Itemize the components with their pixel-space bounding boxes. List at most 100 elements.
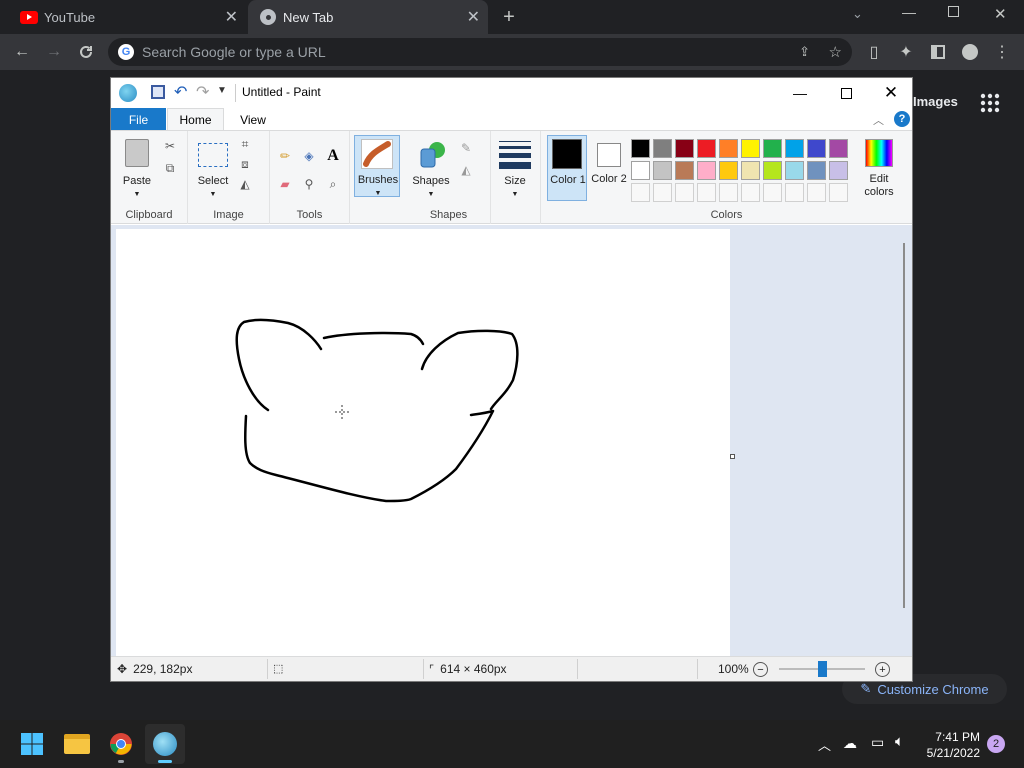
palette-swatch[interactable]	[785, 139, 804, 158]
tab-file[interactable]: File	[111, 108, 166, 131]
brushes-button[interactable]: Brushes ▼	[354, 135, 400, 197]
canvas-resize-handle[interactable]	[730, 454, 735, 459]
minimize-button[interactable]: —	[902, 4, 916, 20]
color2-button[interactable]: Color 2	[589, 135, 629, 201]
tab-view[interactable]: View	[227, 108, 279, 131]
close-tab-icon[interactable]: ✕	[467, 7, 480, 27]
custom-color-slot[interactable]	[829, 183, 848, 202]
tab-youtube[interactable]: YouTube ✕	[8, 0, 246, 34]
drawing-canvas[interactable]	[116, 229, 730, 656]
custom-color-slot[interactable]	[785, 183, 804, 202]
fill-tool-icon[interactable]: ◈	[300, 147, 318, 165]
custom-color-slot[interactable]	[653, 183, 672, 202]
images-link[interactable]: Images	[913, 94, 958, 109]
palette-swatch[interactable]	[807, 139, 826, 158]
redo-icon[interactable]: ↷	[196, 82, 209, 102]
share-icon[interactable]: ⇪	[799, 44, 810, 60]
help-icon[interactable]: ?	[894, 111, 910, 127]
bookmark-star-icon[interactable]: ☆	[829, 43, 842, 61]
palette-swatch[interactable]	[763, 161, 782, 180]
palette-swatch[interactable]	[829, 161, 848, 180]
clock[interactable]: 7:41 PM 5/21/2022	[927, 729, 980, 761]
palette-swatch[interactable]	[631, 161, 650, 180]
notification-badge[interactable]: 2	[987, 735, 1005, 753]
paste-button[interactable]: Paste ▼	[117, 135, 157, 198]
size-button[interactable]: Size ▼	[495, 135, 535, 198]
custom-color-slot[interactable]	[631, 183, 650, 202]
quick-access-dropdown-icon[interactable]: ▼	[217, 85, 227, 96]
custom-color-slot[interactable]	[807, 183, 826, 202]
reload-button[interactable]	[74, 34, 98, 70]
zoom-slider-thumb[interactable]	[817, 661, 827, 677]
close-window-button[interactable]: ✕	[994, 5, 1007, 23]
edit-colors-button[interactable]: Edit colors	[855, 135, 903, 201]
extensions-icon[interactable]: ✦	[894, 34, 918, 70]
palette-swatch[interactable]	[653, 139, 672, 158]
zoom-out-button[interactable]: −	[753, 662, 768, 677]
palette-swatch[interactable]	[675, 139, 694, 158]
back-button[interactable]: ←	[10, 34, 34, 70]
palette-swatch[interactable]	[631, 139, 650, 158]
taskbar-file-explorer[interactable]	[57, 724, 97, 764]
palette-swatch[interactable]	[763, 139, 782, 158]
pencil-tool-icon[interactable]: ✏	[276, 147, 294, 165]
paint-minimize-button[interactable]: —	[777, 78, 823, 108]
palette-swatch[interactable]	[719, 139, 738, 158]
menu-icon[interactable]: ⋮	[990, 34, 1014, 70]
save-icon[interactable]	[151, 85, 165, 99]
color-picker-icon[interactable]: ⚲	[300, 175, 318, 193]
onedrive-cloud-icon[interactable]: ☁	[843, 735, 857, 752]
crop-icon[interactable]: ⌗	[236, 135, 254, 153]
palette-swatch[interactable]	[719, 161, 738, 180]
palette-swatch[interactable]	[653, 161, 672, 180]
custom-color-slot[interactable]	[697, 183, 716, 202]
custom-color-slot[interactable]	[741, 183, 760, 202]
reading-list-icon[interactable]: ▯	[862, 34, 886, 70]
rotate-icon[interactable]: ◭	[236, 175, 254, 193]
palette-swatch[interactable]	[829, 139, 848, 158]
palette-swatch[interactable]	[697, 139, 716, 158]
close-tab-icon[interactable]: ✕	[225, 7, 238, 27]
profile-icon[interactable]	[958, 34, 982, 70]
side-panel-icon[interactable]	[926, 34, 950, 70]
tab-new-tab[interactable]: New Tab ✕	[248, 0, 488, 34]
taskbar-paint[interactable]	[145, 724, 185, 764]
shape-fill-icon[interactable]: ◭	[457, 161, 475, 179]
palette-swatch[interactable]	[741, 139, 760, 158]
zoom-in-button[interactable]: +	[875, 662, 890, 677]
google-apps-icon[interactable]	[980, 93, 1000, 113]
collapse-ribbon-icon[interactable]: ︿	[873, 112, 884, 128]
outline-icon[interactable]: ✎	[457, 139, 475, 157]
vertical-scrollbar[interactable]	[903, 243, 905, 608]
resize-icon[interactable]: ⧈	[236, 155, 254, 173]
start-button[interactable]	[12, 724, 52, 764]
shapes-button[interactable]: Shapes ▼	[411, 135, 451, 198]
taskbar-chrome[interactable]	[101, 724, 141, 764]
new-tab-button[interactable]: +	[498, 6, 520, 28]
copy-icon[interactable]: ⧉	[161, 159, 179, 177]
restore-button[interactable]	[948, 6, 959, 17]
omnibox[interactable]: G Search Google or type a URL ⇪ ☆	[108, 38, 852, 66]
cut-icon[interactable]: ✂	[161, 137, 179, 155]
tab-home[interactable]: Home	[167, 108, 224, 131]
magnifier-icon[interactable]: ⌕	[324, 175, 342, 193]
palette-swatch[interactable]	[785, 161, 804, 180]
volume-icon[interactable]: 🔈︎	[895, 733, 904, 750]
show-hidden-icons-chevron-icon[interactable]: ︿	[818, 735, 831, 754]
palette-swatch[interactable]	[675, 161, 694, 180]
custom-color-slot[interactable]	[763, 183, 782, 202]
custom-color-slot[interactable]	[675, 183, 694, 202]
palette-swatch[interactable]	[697, 161, 716, 180]
eraser-tool-icon[interactable]: ▰	[276, 175, 294, 193]
tab-search-icon[interactable]: ⌄	[852, 6, 863, 22]
paint-close-button[interactable]: ✕	[868, 78, 914, 108]
forward-button[interactable]: →	[42, 34, 66, 70]
network-icon[interactable]: ▭	[871, 734, 884, 751]
select-button[interactable]: Select ▼	[194, 135, 232, 198]
custom-color-slot[interactable]	[719, 183, 738, 202]
palette-swatch[interactable]	[741, 161, 760, 180]
undo-icon[interactable]: ↶	[174, 82, 187, 102]
text-tool-icon[interactable]: A	[324, 147, 342, 165]
palette-swatch[interactable]	[807, 161, 826, 180]
color1-button[interactable]: Color 1	[547, 135, 587, 201]
